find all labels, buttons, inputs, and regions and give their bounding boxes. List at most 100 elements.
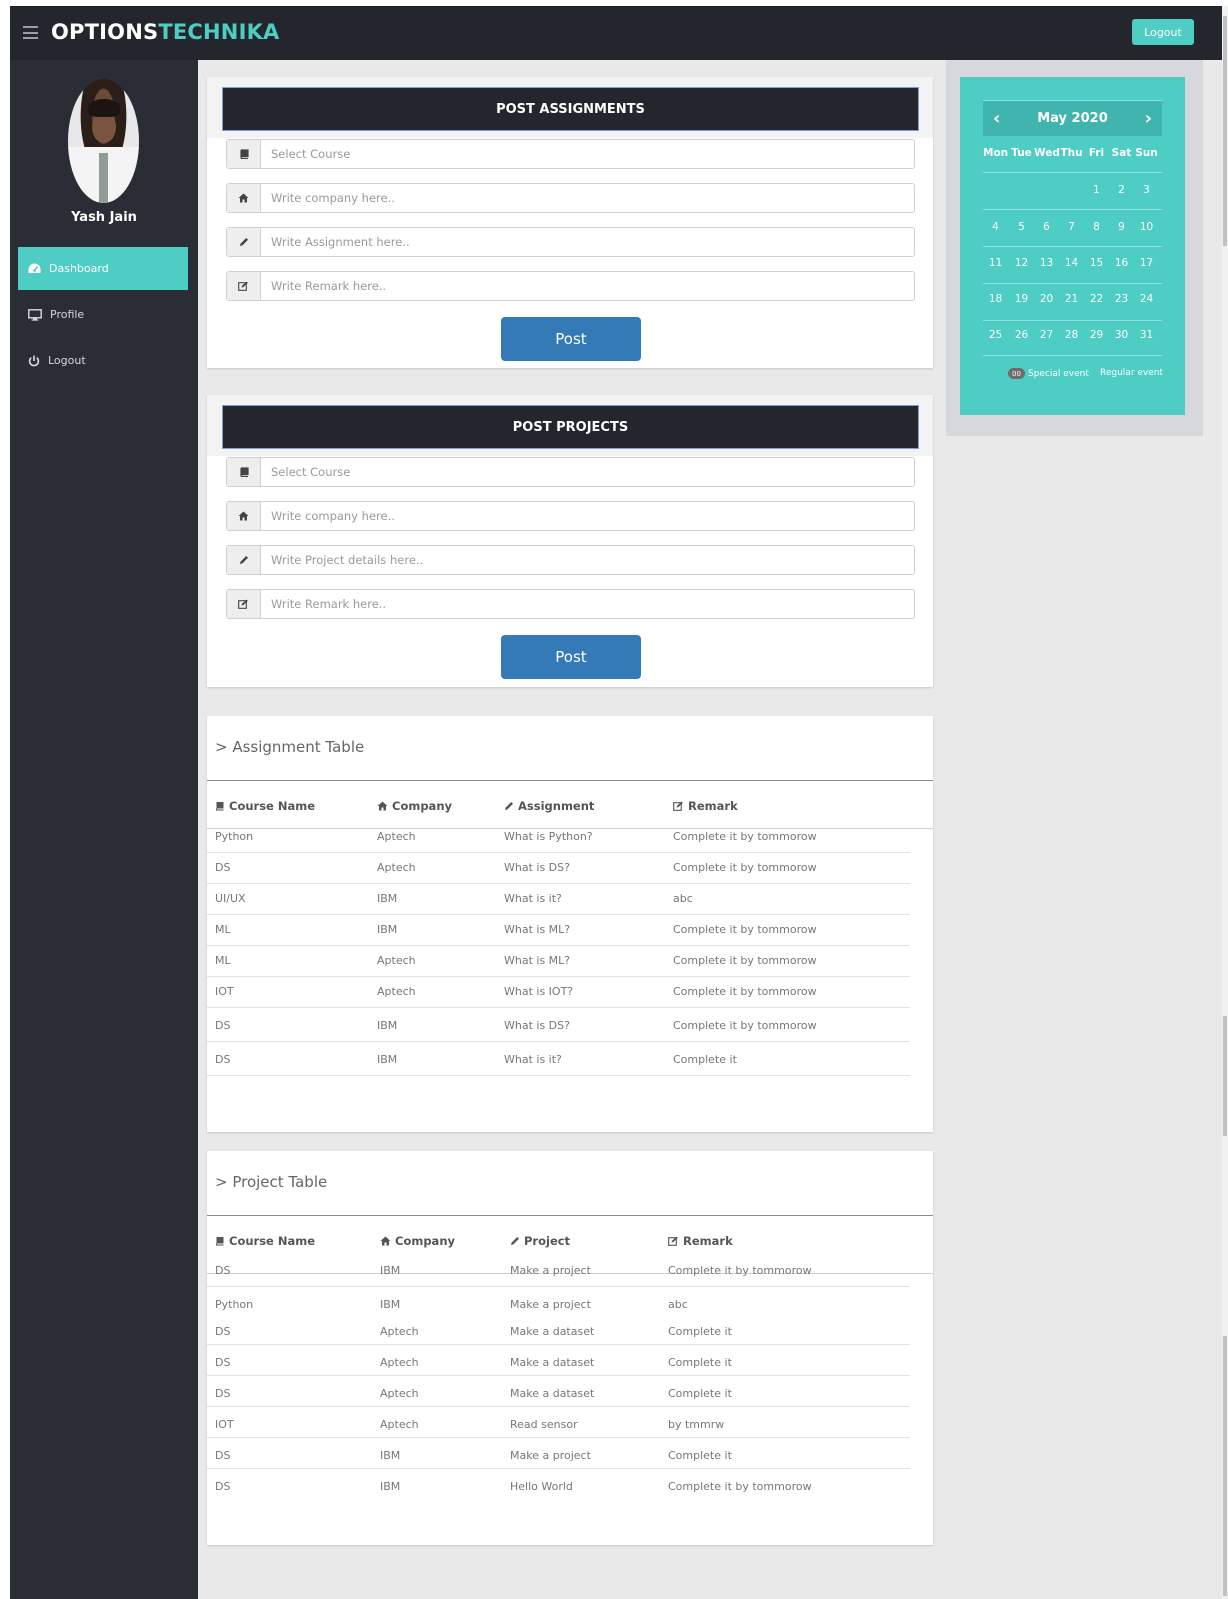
table-cell: What is it? — [504, 892, 562, 905]
project-details-input[interactable] — [261, 546, 914, 574]
table-cell: Complete it by tommorow — [673, 1019, 817, 1032]
column-header-label: Assignment — [518, 799, 595, 813]
calendar-header: ‹ May 2020 › — [983, 100, 1162, 136]
calendar-day[interactable]: 29 — [1084, 329, 1109, 341]
assignment-company-field[interactable] — [226, 183, 915, 213]
project-course-select[interactable] — [226, 457, 915, 487]
calendar-day[interactable]: 4 — [983, 221, 1008, 233]
calendar-day[interactable]: 13 — [1034, 257, 1059, 269]
calendar-day[interactable]: 24 — [1134, 293, 1159, 305]
header-logout-button[interactable]: Logout — [1132, 19, 1194, 45]
project-company-input[interactable] — [261, 502, 914, 530]
calendar-day[interactable]: 11 — [983, 257, 1008, 269]
sidebar-item-label: Dashboard — [49, 262, 109, 275]
sidebar-item-logout[interactable]: Logout — [18, 339, 188, 382]
weekday-header: Thu — [1060, 147, 1083, 159]
assignment-remark-field[interactable] — [226, 271, 915, 301]
column-header[interactable]: Assignment — [504, 799, 594, 813]
table-cell: Aptech — [377, 861, 416, 874]
calendar-day[interactable]: 17 — [1134, 257, 1159, 269]
brand-logo[interactable]: OPTIONSTECHNIKA — [51, 20, 280, 44]
calendar-day[interactable]: 1 — [1084, 184, 1109, 196]
calendar-day[interactable]: 26 — [1009, 329, 1034, 341]
column-header[interactable]: Course Name — [215, 1234, 315, 1248]
column-header[interactable]: Project — [510, 1234, 570, 1248]
project-remark-field[interactable] — [226, 589, 915, 619]
project-details-field[interactable] — [226, 545, 915, 575]
table-cell: What is Python? — [504, 830, 593, 843]
table-cell: IBM — [380, 1264, 401, 1277]
calendar-day[interactable]: 9 — [1109, 221, 1134, 233]
column-header[interactable]: Company — [380, 1234, 455, 1248]
calendar-day[interactable]: 12 — [1009, 257, 1034, 269]
calendar-day[interactable]: 28 — [1059, 329, 1084, 341]
home-icon — [377, 801, 388, 811]
table-cell: What is IOT? — [504, 985, 574, 998]
table-cell: ML — [215, 923, 231, 936]
sidebar-item-dashboard[interactable]: Dashboard — [18, 247, 188, 290]
assignment-company-input[interactable] — [261, 184, 914, 212]
calendar-day[interactable]: 2 — [1109, 184, 1134, 196]
post-assignment-button[interactable]: Post — [501, 317, 641, 361]
assignment-input[interactable] — [261, 228, 914, 256]
column-header[interactable]: Remark — [668, 1234, 733, 1248]
scrollbar-thumb[interactable] — [1223, 1336, 1227, 1596]
calendar-day[interactable]: 8 — [1084, 221, 1109, 233]
calendar-day[interactable]: 22 — [1084, 293, 1109, 305]
calendar-day[interactable]: 14 — [1059, 257, 1084, 269]
table-cell: What is ML? — [504, 954, 571, 967]
calendar-day[interactable]: 25 — [983, 329, 1008, 341]
app-frame: OPTIONSTECHNIKA Logout Yash Jain Dashboa… — [10, 6, 1228, 1599]
column-header[interactable]: Remark — [673, 799, 738, 813]
sidebar: Yash Jain Dashboard Profile Logout — [10, 60, 198, 1599]
calendar-day[interactable]: 20 — [1034, 293, 1059, 305]
project-course-input[interactable] — [261, 458, 914, 486]
table-cell: Python — [215, 830, 254, 843]
calendar-day[interactable]: 31 — [1134, 329, 1159, 341]
table-cell: abc — [668, 1298, 688, 1311]
calendar-day[interactable]: 10 — [1134, 221, 1159, 233]
table-cell: IBM — [377, 892, 398, 905]
assignment-course-input[interactable] — [261, 140, 914, 168]
hamburger-menu-icon[interactable] — [23, 26, 38, 39]
next-month-chevron-icon[interactable]: › — [1145, 109, 1152, 128]
calendar-day[interactable]: 6 — [1034, 221, 1059, 233]
project-remark-input[interactable] — [261, 590, 914, 618]
table-cell: Complete it — [668, 1387, 732, 1400]
project-company-field[interactable] — [226, 501, 915, 531]
edit-icon — [668, 1236, 679, 1246]
table-cell: IBM — [380, 1298, 401, 1311]
scrollbar-thumb[interactable] — [1223, 1016, 1227, 1136]
column-header-label: Course Name — [229, 799, 316, 813]
assignment-remark-input[interactable] — [261, 272, 914, 300]
prev-month-chevron-icon[interactable]: ‹ — [993, 109, 1000, 128]
calendar-day[interactable]: 3 — [1134, 184, 1159, 196]
calendar-day[interactable]: 7 — [1059, 221, 1084, 233]
assignment-course-select[interactable] — [226, 139, 915, 169]
sidebar-item-profile[interactable]: Profile — [18, 293, 188, 336]
calendar-day[interactable]: 16 — [1109, 257, 1134, 269]
weekday-header: Sun — [1135, 147, 1158, 159]
assignment-text-field[interactable] — [226, 227, 915, 257]
calendar-day[interactable]: 19 — [1009, 293, 1034, 305]
calendar-day[interactable]: 30 — [1109, 329, 1134, 341]
scrollbar-thumb[interactable] — [1223, 16, 1227, 246]
post-project-button[interactable]: Post — [501, 635, 641, 679]
sidebar-item-label: Logout — [48, 354, 86, 367]
column-header[interactable]: Course Name — [215, 799, 315, 813]
column-header[interactable]: Company — [377, 799, 452, 813]
calendar-day[interactable]: 18 — [983, 293, 1008, 305]
calendar-day[interactable]: 5 — [1009, 221, 1034, 233]
calendar-day[interactable]: 15 — [1084, 257, 1109, 269]
home-icon — [227, 184, 261, 212]
table-cell: Complete it by tommorow — [673, 923, 817, 936]
calendar-day[interactable]: 23 — [1109, 293, 1134, 305]
edit-icon — [227, 590, 261, 618]
post-assignments-card: POST ASSIGNMENTS Post — [207, 77, 933, 368]
table-cell: Aptech — [380, 1387, 419, 1400]
table-cell: DS — [215, 1387, 231, 1400]
calendar-day[interactable]: 27 — [1034, 329, 1059, 341]
calendar-day[interactable]: 21 — [1059, 293, 1084, 305]
weekday-header: Wed — [1034, 147, 1060, 159]
table-cell: Complete it by tommorow — [668, 1264, 812, 1277]
